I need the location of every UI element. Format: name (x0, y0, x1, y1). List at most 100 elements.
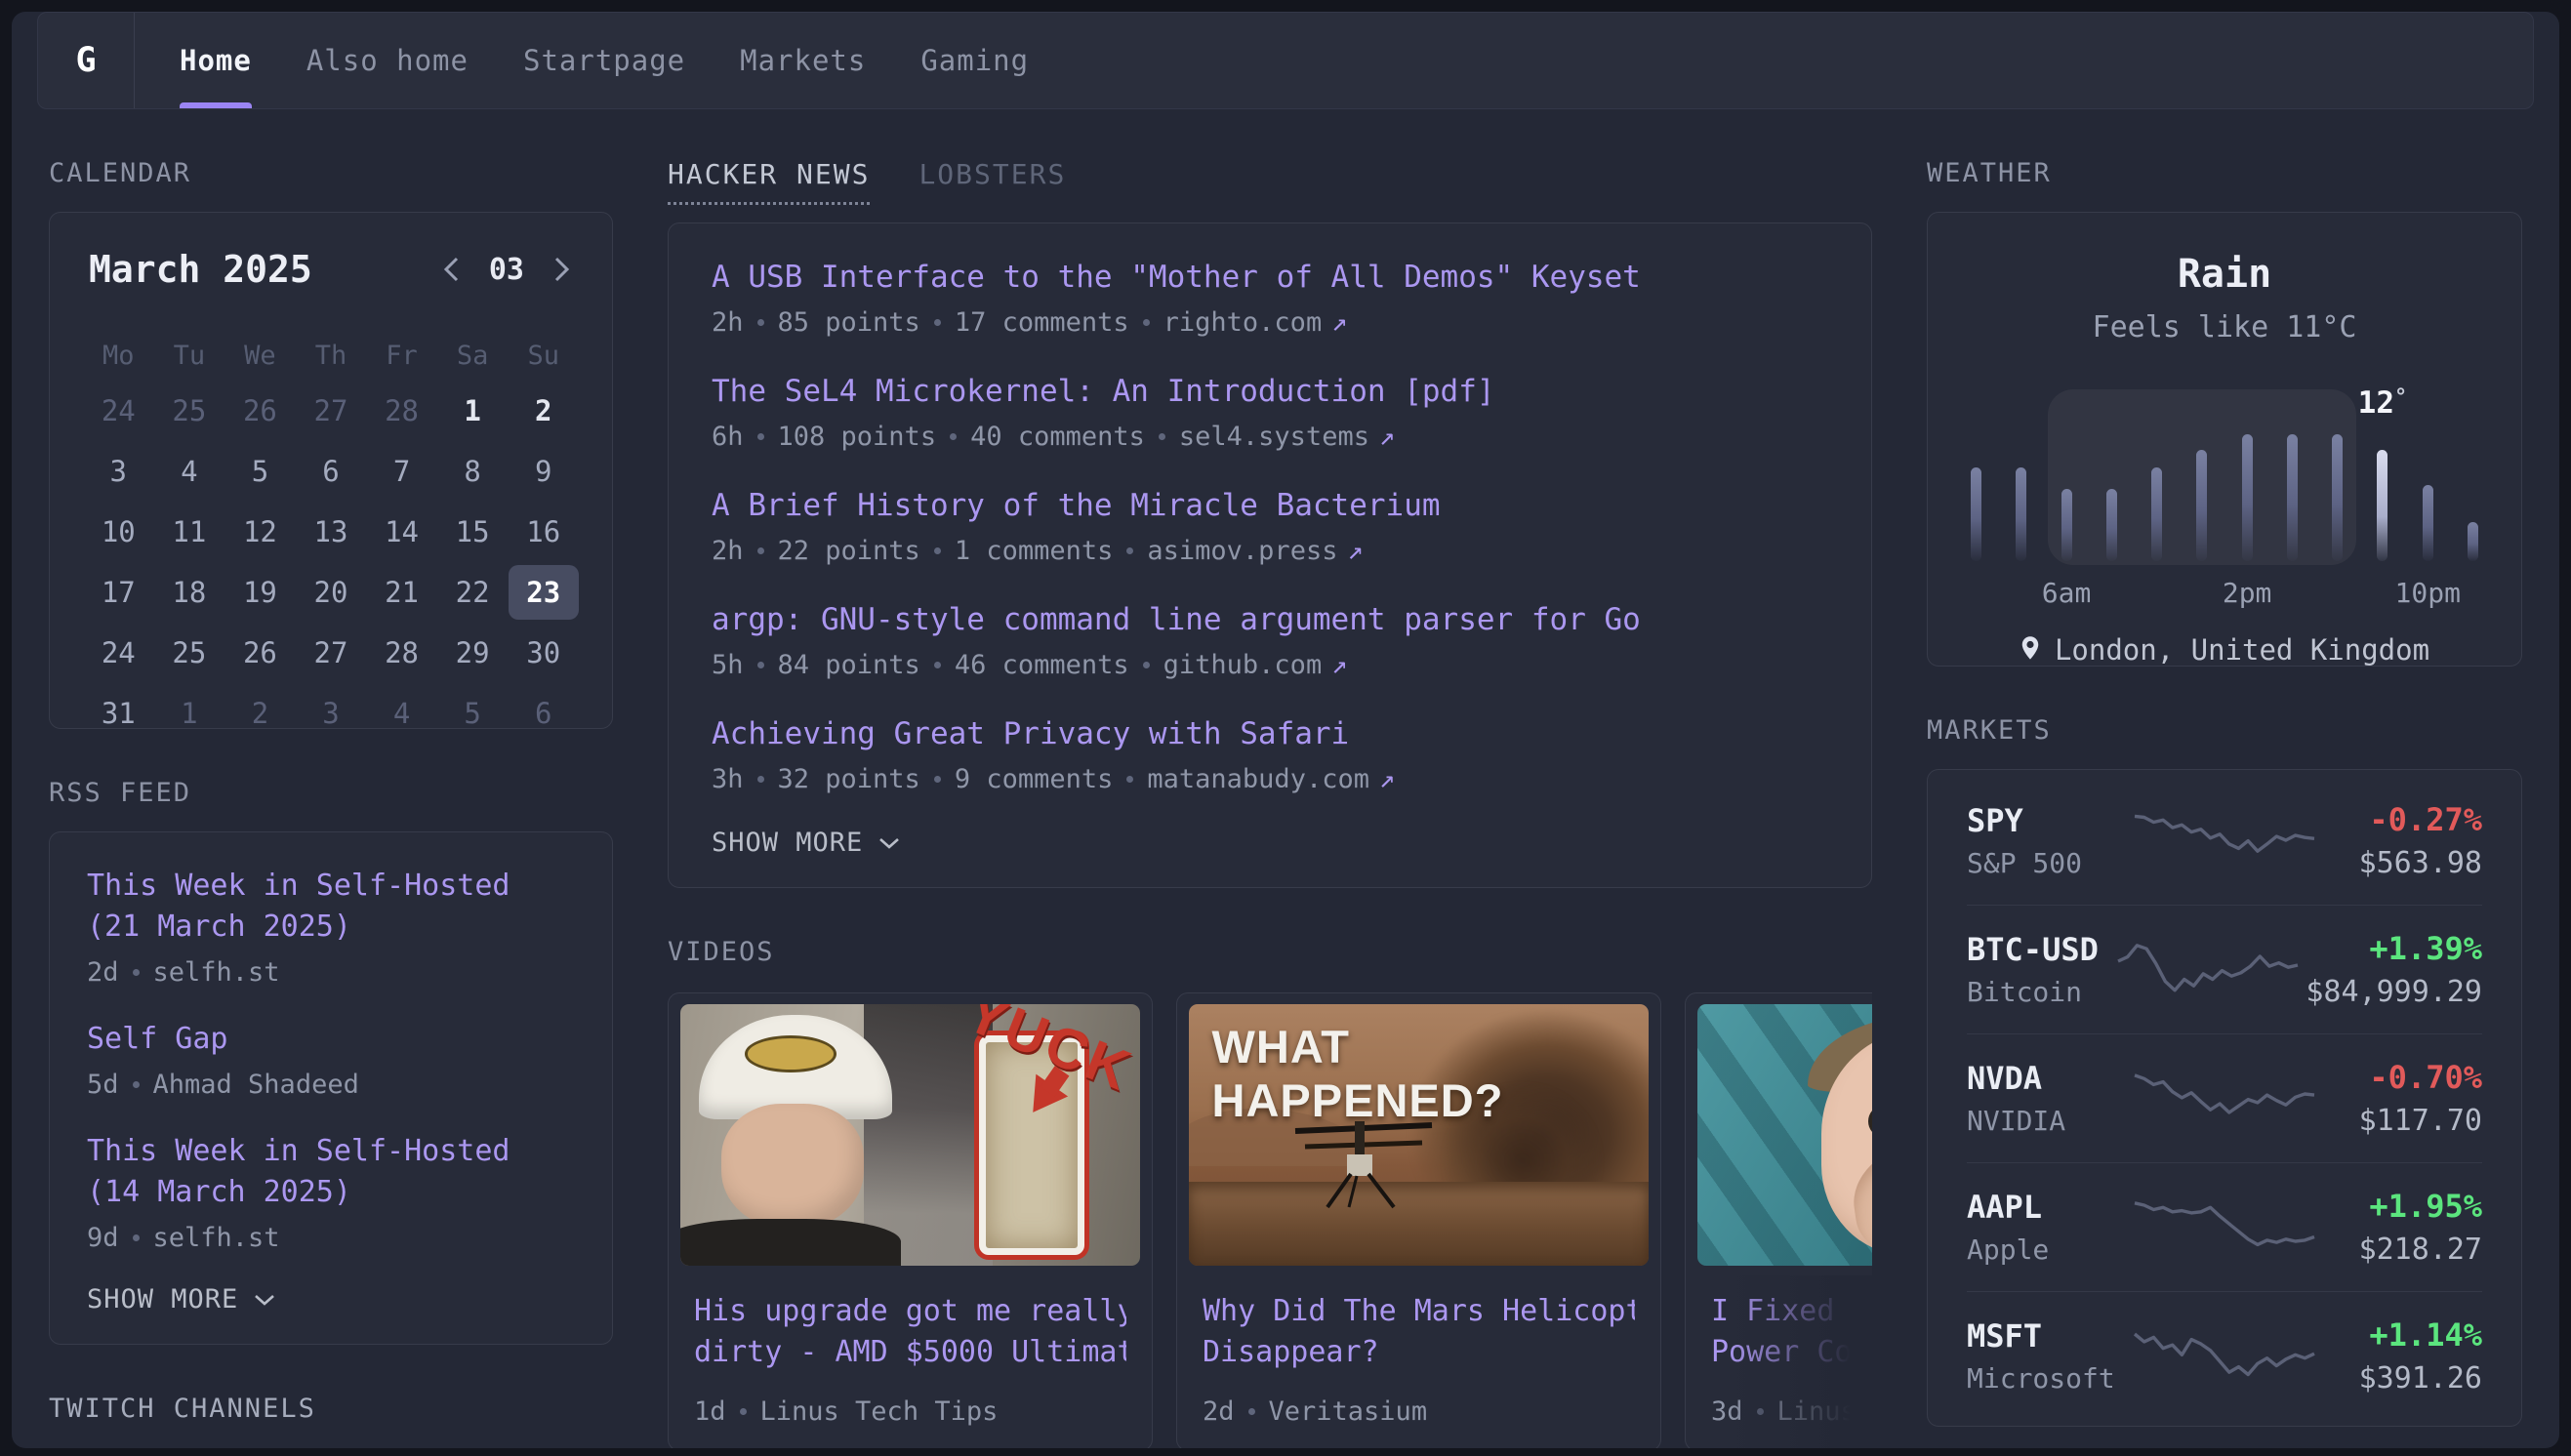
news-item-meta: 3h32 points9 commentsmatanabudy.com↗ (712, 764, 1828, 794)
videos-row: YUCKHis upgrade got me reallydirty - AMD… (668, 992, 1872, 1448)
rss-item-time: 9d (87, 1223, 119, 1253)
nav-item-also-home[interactable]: Also home (306, 13, 469, 108)
video-channel: Linus Tec (1777, 1396, 1872, 1427)
news-item-points: 108 points (778, 422, 937, 452)
markets-section-label: MARKETS (1927, 715, 2522, 746)
weather-axis-label: 10pm (2395, 577, 2461, 609)
video-time: 2d (1203, 1396, 1235, 1427)
calendar-day-cell: 19 (224, 562, 296, 623)
meta-separator-dot (934, 776, 941, 783)
calendar-next-icon[interactable] (550, 253, 573, 286)
meta-separator-dot (740, 1408, 747, 1415)
meta-separator-dot (1248, 1408, 1255, 1415)
market-name: Microsoft (1967, 1362, 2127, 1395)
weather-feels-like: Feels like 11°C (1971, 310, 2478, 344)
calendar-day: 8 (437, 444, 508, 499)
right-column: WEATHER Rain Feels like 11°C 12° 6am2pm1… (1927, 158, 2522, 1448)
news-item-comments: 46 comments (955, 650, 1129, 680)
calendar-day: 16 (509, 505, 579, 559)
video-title-line: His upgrade got me really (694, 1291, 1126, 1332)
video-title: Why Did The Mars HelicopterDisappear? (1203, 1291, 1635, 1373)
calendar-day-cell: 22 (437, 562, 509, 623)
calendar-day: 6 (296, 444, 366, 499)
market-row-spy[interactable]: SPYS&P 500-0.27%$563.98 (1967, 776, 2482, 905)
rss-item-link[interactable]: Self Gap (87, 1019, 575, 1060)
news-item-link[interactable]: The SeL4 Microkernel: An Introduction [p… (712, 371, 1828, 412)
news-item-link[interactable]: A Brief History of the Miracle Bacterium (712, 485, 1828, 526)
calendar-day-cell: 17 (83, 562, 154, 623)
market-ticker: BTC-USD (1967, 931, 2110, 968)
external-link-arrow-icon: ↗ (1331, 307, 1347, 338)
news-item-source: sel4.systems (1179, 422, 1369, 452)
weather-bar (2242, 434, 2253, 561)
rss-item-meta: 2dselfh.st (87, 957, 575, 988)
calendar-day: 30 (509, 626, 579, 680)
calendar-day-cell: 3 (296, 683, 367, 744)
weather-temp-value: 12 (2358, 385, 2394, 421)
shirt-shape (680, 1219, 901, 1266)
tab-lobsters[interactable]: LOBSTERS (918, 158, 1066, 190)
video-title-line: dirty - AMD $5000 Ultimate… (694, 1332, 1126, 1373)
nav-item-startpage[interactable]: Startpage (523, 13, 685, 108)
calendar-day-cell: 28 (366, 381, 437, 441)
news-item-time: 5h (712, 650, 744, 680)
market-price: $218.27 (2322, 1233, 2482, 1267)
calendar-prev-icon[interactable] (440, 253, 464, 286)
tab-hacker-news[interactable]: HACKER NEWS (668, 158, 870, 205)
calendar-day: 17 (83, 565, 153, 620)
market-change: -0.27% (2322, 801, 2482, 838)
navbar-divider (134, 13, 135, 108)
news-item-points: 85 points (778, 307, 920, 338)
nav-item-markets[interactable]: Markets (740, 13, 866, 108)
video-card[interactable]: WHAT HAPPENED?Why Did The Mars Helicopte… (1176, 992, 1661, 1448)
weather-section: WEATHER Rain Feels like 11°C 12° 6am2pm1… (1927, 158, 2522, 667)
calendar-section-label: CALENDAR (49, 158, 613, 188)
news-item-comments: 40 comments (970, 422, 1145, 452)
hacker-news-widget: A USB Interface to the "Mother of All De… (668, 222, 1872, 888)
rss-show-more-label: SHOW MORE (87, 1284, 238, 1314)
market-row-nvda[interactable]: NVDANVIDIA-0.70%$117.70 (1967, 1033, 2482, 1162)
rss-item-link[interactable]: This Week in Self-Hosted (21 March 2025) (87, 866, 575, 948)
calendar-weekday-label: Fr (366, 330, 437, 381)
market-row-btc-usd[interactable]: BTC-USDBitcoin+1.39%$84,999.29 (1967, 905, 2482, 1033)
calendar-day: 27 (296, 626, 366, 680)
market-row-aapl[interactable]: AAPLApple+1.95%$218.27 (1967, 1162, 2482, 1291)
weather-bar (2151, 467, 2162, 561)
calendar-day: 19 (224, 565, 295, 620)
rss-item-link[interactable]: This Week in Self-Hosted (14 March 2025) (87, 1131, 575, 1213)
news-item-source: asimov.press (1147, 536, 1337, 566)
videos-section-label: VIDEOS (668, 937, 1872, 967)
calendar-day-cell: 14 (366, 502, 437, 562)
calendar-day-cell: 4 (366, 683, 437, 744)
weather-location: London, United Kingdom (2055, 633, 2429, 667)
calendar-day-cell: 1 (154, 683, 225, 744)
news-show-more-button[interactable]: SHOW MORE (712, 828, 1828, 858)
meta-separator-dot (757, 319, 764, 326)
calendar-day-cell: 6 (508, 683, 579, 744)
market-change: -0.70% (2322, 1059, 2482, 1096)
news-show-more-label: SHOW MORE (712, 828, 863, 858)
app-logo[interactable]: G (38, 13, 134, 108)
calendar-day-cell: 9 (508, 441, 579, 502)
market-row-msft[interactable]: MSFTMicrosoft+1.14%$391.26 (1967, 1291, 2482, 1420)
news-item: The SeL4 Microkernel: An Introduction [p… (712, 371, 1828, 452)
calendar-day: 28 (367, 384, 437, 438)
video-title-line: Disappear? (1203, 1332, 1635, 1373)
news-item-link[interactable]: A USB Interface to the "Mother of All De… (712, 257, 1828, 298)
nav-item-gaming[interactable]: Gaming (920, 13, 1029, 108)
news-item-link[interactable]: Achieving Great Privacy with Safari (712, 713, 1828, 754)
videos-section: VIDEOS YUCKHis upgrade got me reallydirt… (668, 937, 1872, 1448)
weather-condition: Rain (1971, 252, 2478, 297)
weather-axis-label: 6am (2042, 577, 2092, 609)
weather-section-label: WEATHER (1927, 158, 2522, 188)
market-values: +1.95%$218.27 (2322, 1188, 2482, 1267)
rss-show-more-button[interactable]: SHOW MORE (87, 1284, 575, 1314)
news-item: argp: GNU-style command line argument pa… (712, 599, 1828, 680)
calendar-weekday-label: Tu (154, 330, 225, 381)
video-card[interactable]: YUCKHis upgrade got me reallydirty - AMD… (668, 992, 1153, 1448)
video-title-line: I Fixed the 5 (1711, 1291, 1872, 1332)
nav-item-home[interactable]: Home (180, 13, 252, 108)
news-item-link[interactable]: argp: GNU-style command line argument pa… (712, 599, 1828, 640)
video-card[interactable]: DOTHI Fixed the 5Power Connect3dLinus Te… (1685, 992, 1872, 1448)
video-title-line: Power Connect (1711, 1332, 1872, 1373)
